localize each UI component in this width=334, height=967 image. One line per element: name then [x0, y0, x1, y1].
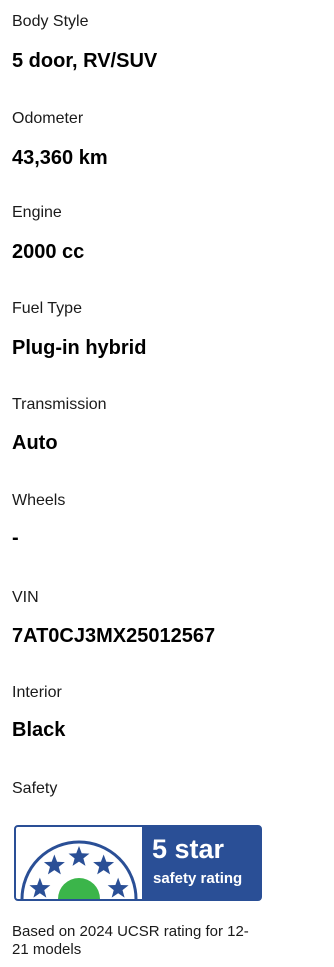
interior-label: Interior — [12, 684, 62, 701]
body-style-value: 5 door, RV/SUV — [12, 50, 158, 72]
vin-label: VIN — [12, 589, 39, 606]
transmission-value: Auto — [12, 432, 58, 454]
star-dome-graphic — [20, 840, 138, 899]
engine-value: 2000 cc — [12, 241, 85, 263]
star-icon — [68, 846, 90, 866]
star-icon — [43, 854, 65, 875]
badge-rating-text: 5 star — [152, 834, 225, 864]
wheels-label: Wheels — [12, 492, 66, 509]
odometer-label: Odometer — [12, 110, 84, 127]
wheels-value: - — [12, 527, 19, 549]
engine-label: Engine — [12, 204, 62, 221]
green-dome-icon — [58, 878, 100, 899]
body-style-label: Body Style — [12, 13, 89, 30]
fuel-type-value: Plug-in hybrid — [12, 337, 147, 359]
safety-rating-note: Based on 2024 UCSR rating for 12-21 mode… — [12, 923, 249, 958]
safety-badge-graphic — [16, 827, 142, 899]
vehicle-specs: Body Style 5 door, RV/SUV Odometer 43,36… — [0, 0, 334, 967]
badge-subtitle: safety rating — [153, 870, 243, 887]
odometer-value: 43,360 km — [12, 147, 108, 169]
fuel-type-label: Fuel Type — [12, 300, 82, 317]
safety-rating-badge: 5 star safety rating — [14, 825, 262, 901]
star-icon — [29, 877, 51, 898]
star-icon — [107, 877, 129, 898]
interior-value: Black — [12, 719, 66, 741]
safety-label: Safety — [12, 780, 58, 797]
vin-value: 7AT0CJ3MX25012567 — [12, 625, 216, 647]
transmission-label: Transmission — [12, 396, 107, 413]
star-icon — [93, 854, 115, 875]
